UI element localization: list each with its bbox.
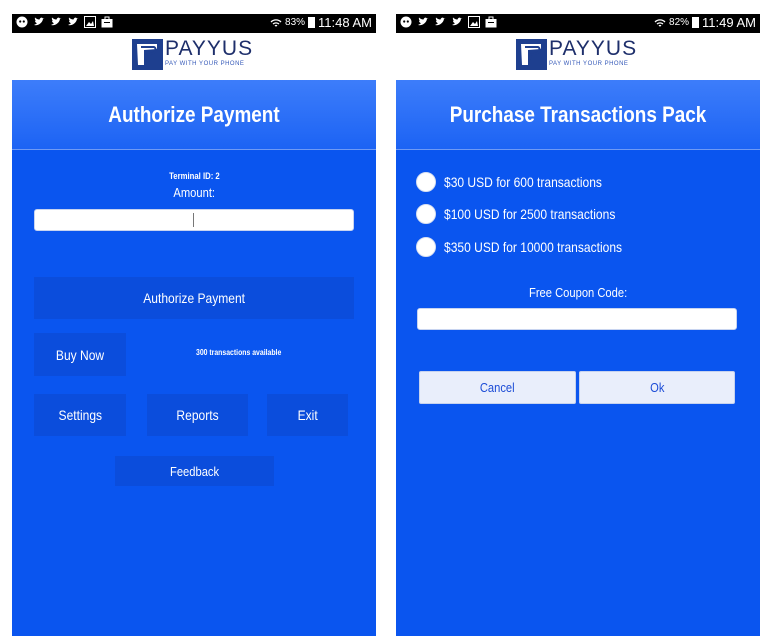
status-bar: 82% 11:49 AM bbox=[396, 14, 760, 33]
app-header: PAYYUS PAY WITH YOUR PHONE bbox=[396, 33, 760, 80]
payyus-logo-mark-icon bbox=[516, 39, 547, 70]
payyus-logo: PAYYUS PAY WITH YOUR PHONE bbox=[516, 37, 638, 70]
image-icon bbox=[84, 16, 96, 28]
briefcase-icon bbox=[485, 16, 497, 28]
coupon-label: Free Coupon Code: bbox=[528, 285, 628, 300]
wifi-icon bbox=[654, 18, 666, 27]
pack-option-label: $100 USD for 2500 transactions bbox=[444, 206, 616, 222]
battery-percent: 82% bbox=[669, 17, 690, 28]
wifi-icon bbox=[270, 18, 282, 27]
pack-option-10000[interactable]: $350 USD for 10000 transactions bbox=[416, 237, 651, 257]
status-time: 11:48 AM bbox=[318, 15, 372, 30]
authorize-payment-button[interactable]: Authorize Payment bbox=[34, 277, 354, 319]
status-bar: 83% 11:48 AM bbox=[12, 14, 376, 33]
reports-button[interactable]: Reports bbox=[147, 394, 248, 436]
pack-option-2500[interactable]: $100 USD for 2500 transactions bbox=[416, 204, 643, 224]
radio-button[interactable] bbox=[416, 204, 436, 224]
cancel-button[interactable]: Cancel bbox=[419, 371, 576, 404]
pack-option-600[interactable]: $30 USD for 600 transactions bbox=[416, 172, 628, 192]
ok-button[interactable]: Ok bbox=[579, 371, 735, 404]
battery-percent: 83% bbox=[285, 17, 306, 28]
terminal-id: Terminal ID: 2 bbox=[168, 171, 220, 181]
reddit-icon bbox=[16, 16, 28, 28]
transactions-available: 300 transactions available bbox=[196, 348, 282, 357]
notification-icons bbox=[16, 16, 113, 28]
feedback-button[interactable]: Feedback bbox=[115, 456, 274, 486]
page-title: Authorize Payment bbox=[108, 102, 280, 127]
amount-input[interactable] bbox=[34, 209, 354, 231]
amount-label: Amount: bbox=[173, 185, 215, 200]
twitter-icon bbox=[452, 17, 463, 26]
status-time: 11:49 AM bbox=[702, 15, 756, 30]
authorize-payment-screen: Authorize Payment Terminal ID: 2 Amount:… bbox=[12, 80, 376, 636]
status-right: 83% 11:48 AM bbox=[270, 15, 372, 30]
purchase-transactions-screen: Purchase Transactions Pack $30 USD for 6… bbox=[396, 80, 760, 636]
title-bar: Authorize Payment bbox=[12, 80, 376, 150]
text-caret bbox=[193, 213, 194, 227]
battery-icon bbox=[692, 17, 700, 28]
twitter-icon bbox=[51, 17, 62, 26]
payyus-logo: PAYYUS PAY WITH YOUR PHONE bbox=[132, 37, 254, 70]
logo-name: PAYYUS bbox=[165, 37, 254, 60]
coupon-code-input[interactable] bbox=[417, 308, 737, 330]
settings-button[interactable]: Settings bbox=[34, 394, 126, 436]
phone-purchase-pack: 82% 11:49 AM PAYYUS PAY WITH YOUR PHONE … bbox=[396, 14, 760, 636]
page-title: Purchase Transactions Pack bbox=[449, 102, 707, 127]
notification-icons bbox=[400, 16, 497, 28]
phone-authorize-payment: 83% 11:48 AM PAYYUS PAY WITH YOUR PHONE … bbox=[12, 14, 376, 636]
payyus-logo-mark-icon bbox=[132, 39, 163, 70]
status-right: 82% 11:49 AM bbox=[654, 15, 756, 30]
app-header: PAYYUS PAY WITH YOUR PHONE bbox=[12, 33, 376, 80]
battery-icon bbox=[308, 17, 316, 28]
twitter-icon bbox=[418, 17, 429, 26]
buy-now-button[interactable]: Buy Now bbox=[34, 333, 126, 376]
exit-button[interactable]: Exit bbox=[267, 394, 348, 436]
logo-tagline: PAY WITH YOUR PHONE bbox=[549, 61, 629, 67]
pack-option-label: $30 USD for 600 transactions bbox=[444, 174, 602, 190]
reddit-icon bbox=[400, 16, 412, 28]
twitter-icon bbox=[34, 17, 45, 26]
logo-name: PAYYUS bbox=[549, 37, 638, 60]
radio-button[interactable] bbox=[416, 237, 436, 257]
twitter-icon bbox=[435, 17, 446, 26]
title-bar: Purchase Transactions Pack bbox=[396, 80, 760, 150]
logo-tagline: PAY WITH YOUR PHONE bbox=[165, 61, 245, 67]
radio-button[interactable] bbox=[416, 172, 436, 192]
briefcase-icon bbox=[101, 16, 113, 28]
pack-option-label: $350 USD for 10000 transactions bbox=[444, 239, 623, 255]
twitter-icon bbox=[68, 17, 79, 26]
image-icon bbox=[468, 16, 480, 28]
